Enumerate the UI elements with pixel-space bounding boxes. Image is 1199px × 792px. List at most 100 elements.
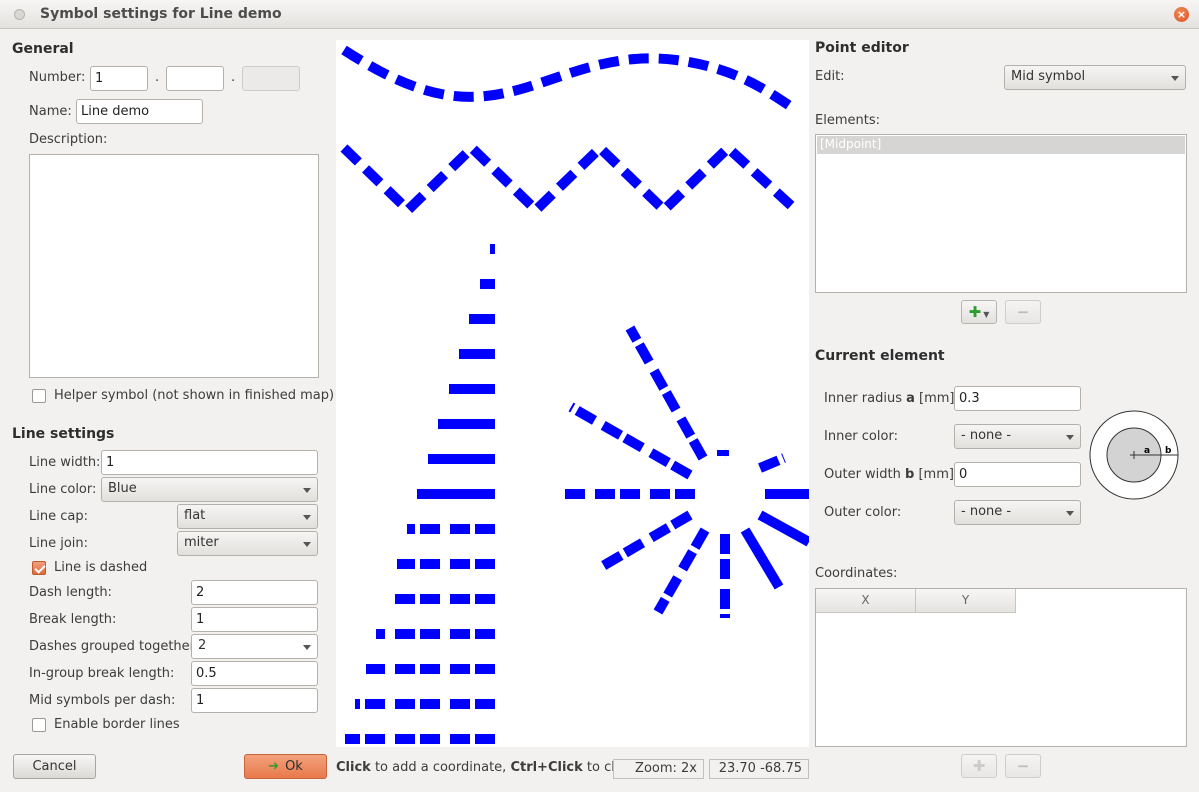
edit-label: Edit: xyxy=(815,69,845,84)
line-cap-value: flat xyxy=(184,508,206,523)
description-label: Description: xyxy=(29,132,108,147)
cancel-button[interactable]: Cancel xyxy=(13,754,96,779)
diagram-label-b: b xyxy=(1165,446,1172,456)
status-hint-ctrl-click: Ctrl+Click xyxy=(510,760,583,775)
dashes-grouped-value: 2 xyxy=(198,638,207,653)
minus-icon: − xyxy=(1016,303,1030,321)
break-length-field[interactable] xyxy=(191,607,318,632)
plus-icon: ✚ xyxy=(968,303,982,321)
star-ray xyxy=(568,402,693,480)
coordinates-table[interactable]: X Y xyxy=(815,588,1187,747)
line-settings-heading: Line settings xyxy=(12,426,115,442)
inner-radius-label-pre: Inner radius xyxy=(824,391,907,406)
inner-radius-label: Inner radius a [mm]: xyxy=(824,391,959,406)
inner-color-combo[interactable]: - none - xyxy=(954,424,1081,449)
symbol-preview xyxy=(340,45,809,744)
status-hint-text1: to add a coordinate, xyxy=(370,760,511,775)
helper-symbol-label: Helper symbol (not shown in finished map… xyxy=(54,388,335,403)
star-ray xyxy=(653,527,710,615)
zigzag-dashed-line xyxy=(340,141,800,217)
number-field-2[interactable] xyxy=(166,66,224,91)
inner-radius-label-bold: a xyxy=(906,391,915,406)
line-dashed-checkbox[interactable] xyxy=(32,561,46,575)
chevron-down-icon xyxy=(303,515,311,520)
outer-width-label-bold: b xyxy=(905,467,915,482)
in-group-break-field[interactable] xyxy=(191,661,318,686)
line-join-combo[interactable]: miter xyxy=(177,531,318,556)
window-menu-icon[interactable] xyxy=(14,9,25,20)
chevron-down-icon xyxy=(303,645,311,650)
window-titlebar: Symbol settings for Line demo × xyxy=(0,0,1199,29)
add-element-button[interactable]: ✚ ▼ xyxy=(961,300,997,324)
plus-icon: ✚ xyxy=(972,757,986,775)
star-ray xyxy=(757,510,809,547)
outer-color-combo[interactable]: - none - xyxy=(954,500,1081,525)
outer-width-label-post: [mm]: xyxy=(914,467,959,482)
remove-coordinate-button[interactable]: − xyxy=(1005,754,1041,778)
remove-element-button[interactable]: − xyxy=(1005,300,1041,324)
general-heading: General xyxy=(12,41,74,57)
inner-color-label: Inner color: xyxy=(824,429,898,444)
inner-color-value: - none - xyxy=(961,428,1012,443)
line-color-combo[interactable]: Blue xyxy=(101,477,318,502)
close-icon[interactable]: × xyxy=(1174,7,1189,22)
mid-symbols-field[interactable] xyxy=(191,688,318,713)
inner-radius-label-post: [mm]: xyxy=(914,391,959,406)
mid-symbols-label: Mid symbols per dash: xyxy=(29,693,176,708)
dash-length-label: Dash length: xyxy=(29,585,112,600)
ok-check-icon: ➜ xyxy=(268,759,280,774)
elements-label: Elements: xyxy=(815,113,880,128)
list-item[interactable]: [Midpoint] xyxy=(817,136,1185,154)
outer-color-label: Outer color: xyxy=(824,505,902,520)
cursor-coordinates: 23.70 -68.75 xyxy=(709,759,809,779)
star-ray xyxy=(758,453,786,473)
outer-width-label-pre: Outer width xyxy=(824,467,906,482)
symbol-preview-canvas[interactable] xyxy=(336,40,809,747)
number-separator-1: . xyxy=(155,70,160,85)
line-dashed-label: Line is dashed xyxy=(54,560,148,575)
inner-radius-field[interactable] xyxy=(954,386,1081,411)
outer-width-label: Outer width b [mm]: xyxy=(824,467,958,482)
column-header-x[interactable]: X xyxy=(816,589,916,613)
line-color-label: Line color: xyxy=(29,482,97,497)
edit-mode-value: Mid symbol xyxy=(1011,69,1086,84)
chevron-down-icon: ▼ xyxy=(983,310,990,319)
column-header-y[interactable]: Y xyxy=(916,589,1016,613)
number-separator-2: . xyxy=(231,70,236,85)
description-textarea[interactable] xyxy=(29,154,319,378)
star-ray xyxy=(593,510,693,575)
in-group-break-label: In-group break length: xyxy=(29,666,175,681)
chevron-down-icon xyxy=(303,542,311,547)
circle-geometry-diagram: a b xyxy=(1089,410,1179,500)
chevron-down-icon xyxy=(1066,435,1074,440)
number-label: Number: xyxy=(29,70,86,85)
edit-mode-combo[interactable]: Mid symbol xyxy=(1004,65,1186,90)
dashes-grouped-combo[interactable]: 2 xyxy=(191,634,318,659)
helper-symbol-checkbox[interactable] xyxy=(32,389,46,403)
name-field[interactable] xyxy=(76,99,203,124)
outer-color-value: - none - xyxy=(961,504,1012,519)
break-length-label: Break length: xyxy=(29,612,117,627)
ok-button-label: Ok xyxy=(285,759,303,774)
line-width-label: Line width: xyxy=(29,455,101,470)
current-element-heading: Current element xyxy=(815,348,945,364)
ok-button[interactable]: ➜ Ok xyxy=(244,754,327,779)
line-cap-label: Line cap: xyxy=(29,509,88,524)
number-field-3 xyxy=(242,66,300,91)
coordinates-label: Coordinates: xyxy=(815,566,898,581)
line-width-field[interactable] xyxy=(101,450,318,475)
chevron-down-icon xyxy=(1066,511,1074,516)
dash-length-field[interactable] xyxy=(191,580,318,605)
outer-width-field[interactable] xyxy=(954,462,1081,487)
border-lines-checkbox[interactable] xyxy=(32,718,46,732)
elements-list[interactable]: [Midpoint] xyxy=(815,134,1187,293)
minus-icon: − xyxy=(1016,757,1030,775)
line-cap-combo[interactable]: flat xyxy=(177,504,318,529)
dashes-grouped-label: Dashes grouped together: xyxy=(29,639,200,654)
number-field-1[interactable] xyxy=(90,66,148,91)
add-coordinate-button[interactable]: ✚ xyxy=(961,754,997,778)
line-join-label: Line join: xyxy=(29,536,89,551)
name-label: Name: xyxy=(29,104,72,119)
star-ray xyxy=(740,527,784,590)
wave-dashed-line xyxy=(341,45,799,115)
